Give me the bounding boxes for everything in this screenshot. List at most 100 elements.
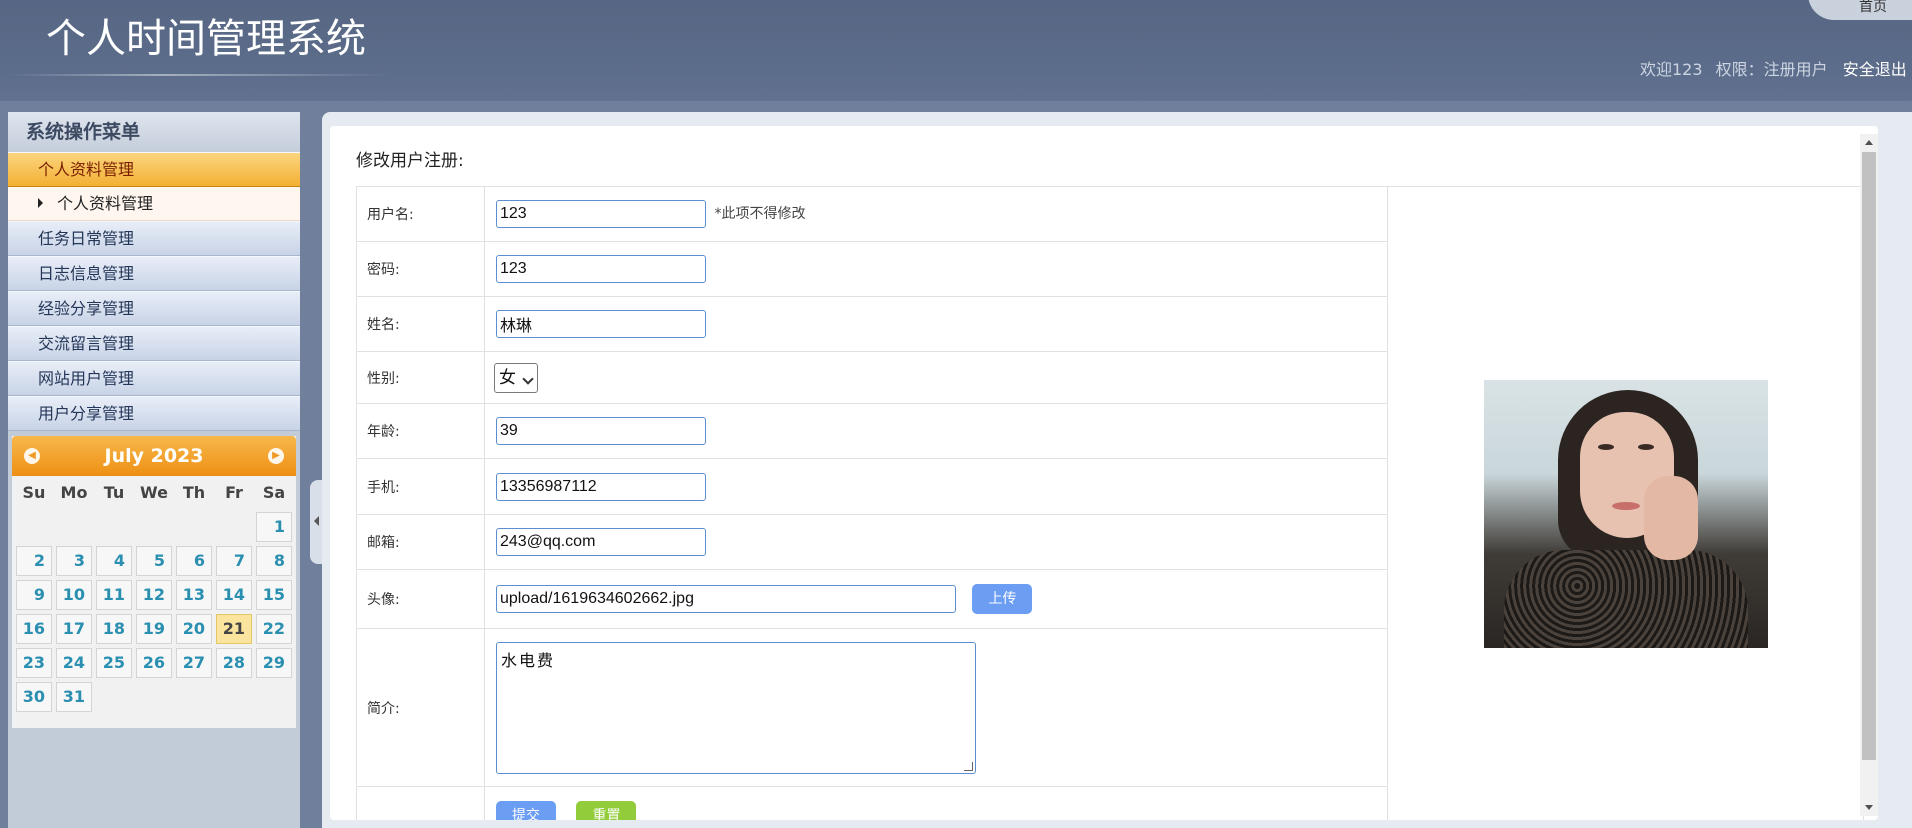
calendar-day[interactable]: 27 xyxy=(176,648,212,678)
age-label: 年龄: xyxy=(356,403,485,459)
weekday-label: Fr xyxy=(225,483,243,502)
calendar-day[interactable]: 12 xyxy=(136,580,172,610)
calendar-day[interactable]: 24 xyxy=(56,648,92,678)
calendar-empty-cell xyxy=(136,512,172,542)
sidebar-collapse-handle[interactable] xyxy=(310,480,322,564)
calendar-day[interactable]: 29 xyxy=(256,648,292,678)
user-info: 欢迎123 权限：注册用户 安全退出 xyxy=(1640,56,1907,80)
menu-sub-item-personal-profile[interactable]: 个人资料管理 xyxy=(8,187,300,221)
calendar-day[interactable]: 31 xyxy=(56,682,92,712)
calendar-day[interactable]: 17 xyxy=(56,614,92,644)
name-label: 姓名: xyxy=(356,296,485,352)
gender-label: 性别: xyxy=(356,351,485,404)
calendar-day[interactable]: 20 xyxy=(176,614,212,644)
email-input[interactable] xyxy=(496,528,706,556)
menu-category-message-board[interactable]: 交流留言管理 xyxy=(8,326,300,361)
calendar-day[interactable]: 1 xyxy=(256,512,292,542)
phone-label: 手机: xyxy=(356,458,485,515)
calendar-day-today[interactable]: 21 xyxy=(216,614,252,644)
weekday-label: Sa xyxy=(262,483,286,502)
calendar-day[interactable]: 30 xyxy=(16,682,52,712)
calendar-day[interactable]: 11 xyxy=(96,580,132,610)
calendar-day[interactable]: 8 xyxy=(256,546,292,576)
welcome-text: 欢迎123 xyxy=(1640,60,1703,79)
password-label: 密码: xyxy=(356,241,485,297)
calendar-empty-cell xyxy=(56,512,92,542)
reset-button[interactable]: 重置 xyxy=(576,801,637,820)
caret-right-icon xyxy=(38,198,43,208)
avatar-image xyxy=(1483,380,1768,648)
age-input[interactable] xyxy=(496,417,706,445)
calendar-empty-cell xyxy=(16,512,52,542)
password-input[interactable] xyxy=(496,255,706,283)
menu-category-site-users[interactable]: 网站用户管理 xyxy=(8,361,300,396)
avatar-preview-cell xyxy=(1387,186,1864,820)
calendar-day[interactable]: 4 xyxy=(96,546,132,576)
email-label: 邮箱: xyxy=(356,514,485,570)
calendar-empty-cell xyxy=(176,512,212,542)
weekday-label: Th xyxy=(182,483,206,502)
calendar-day[interactable]: 5 xyxy=(136,546,172,576)
phone-input[interactable] xyxy=(496,472,706,501)
calendar-empty-cell xyxy=(216,512,252,542)
calendar-day[interactable]: 22 xyxy=(256,614,292,644)
calendar-day[interactable]: 7 xyxy=(216,546,252,576)
calendar-day[interactable]: 16 xyxy=(16,614,52,644)
calendar-day[interactable]: 10 xyxy=(56,580,92,610)
gender-select[interactable]: 女 xyxy=(494,362,538,393)
resize-grip-icon[interactable] xyxy=(964,761,973,771)
avatar-path-input[interactable] xyxy=(496,585,956,614)
scroll-up-arrow-icon[interactable] xyxy=(1865,140,1873,145)
submit-button[interactable]: 提交 xyxy=(496,801,556,820)
username-input[interactable] xyxy=(496,200,706,228)
home-tab[interactable]: 首页 xyxy=(1808,0,1912,20)
calendar-widget: ◀ July 2023 ▶ Su Mo Tu We Th Fr Sa 12345… xyxy=(12,436,296,728)
weekday-label: Tu xyxy=(103,483,125,502)
menu-category-task-daily[interactable]: 任务日常管理 xyxy=(8,221,300,256)
scroll-down-arrow-icon[interactable] xyxy=(1865,805,1873,810)
calendar-day[interactable]: 25 xyxy=(96,648,132,678)
title-underline xyxy=(10,74,390,76)
calendar-day[interactable]: 3 xyxy=(56,546,92,576)
calendar-day[interactable]: 18 xyxy=(96,614,132,644)
calendar-day[interactable]: 19 xyxy=(136,614,172,644)
vertical-scrollbar[interactable] xyxy=(1860,134,1878,816)
calendar-empty-cell xyxy=(96,512,132,542)
calendar-day[interactable]: 15 xyxy=(256,580,292,610)
calendar-day[interactable]: 13 xyxy=(176,580,212,610)
gender-select-value: 女 xyxy=(499,367,516,388)
next-month-icon[interactable]: ▶ xyxy=(268,448,284,464)
calendar-header: ◀ July 2023 ▶ xyxy=(12,436,296,476)
menu-category-log-info[interactable]: 日志信息管理 xyxy=(8,256,300,291)
menu-category-experience-share[interactable]: 经验分享管理 xyxy=(8,291,300,326)
top-header: 个人时间管理系统 首页 欢迎123 权限：注册用户 安全退出 xyxy=(0,0,1912,101)
weekday-label: We xyxy=(140,483,168,502)
logout-link[interactable]: 安全退出 xyxy=(1843,60,1907,79)
calendar-day[interactable]: 26 xyxy=(136,648,172,678)
intro-textarea[interactable]: 水电费 xyxy=(496,641,976,774)
username-label: 用户名: xyxy=(356,186,485,242)
sidebar-heading: 系统操作菜单 xyxy=(8,112,300,152)
scrollbar-thumb[interactable] xyxy=(1862,152,1876,760)
calendar-month-label: July 2023 xyxy=(104,445,204,467)
calendar-day[interactable]: 2 xyxy=(16,546,52,576)
calendar-day-grid: 1 2 3 4 5 6 7 8 9 10 11 12 13 14 15 16 17 18 19 20 21 22 23 24 2… xyxy=(14,510,296,714)
upload-button[interactable]: 上传 xyxy=(972,584,1033,614)
weekday-label: Su xyxy=(22,483,46,502)
menu-category-personal-profile[interactable]: 个人资料管理 xyxy=(8,152,300,187)
user-edit-form: 用户名: *此项不得修改 密码: xyxy=(356,186,1864,820)
menu-category-user-share[interactable]: 用户分享管理 xyxy=(8,396,300,431)
form-row-username: 用户名: *此项不得修改 xyxy=(356,186,1864,820)
calendar-day[interactable]: 23 xyxy=(16,648,52,678)
avatar-label: 头像: xyxy=(356,569,485,629)
calendar-day[interactable]: 28 xyxy=(216,648,252,678)
calendar-day[interactable]: 6 xyxy=(176,546,212,576)
calendar-day[interactable]: 9 xyxy=(16,580,52,610)
calendar-day[interactable]: 14 xyxy=(216,580,252,610)
username-hint: *此项不得修改 xyxy=(714,206,806,222)
name-input[interactable] xyxy=(496,310,706,338)
main-panel: 修改用户注册: 用户名: *此项不得修改 xyxy=(330,126,1878,820)
intro-label: 简介: xyxy=(356,628,485,787)
intro-text: 水电费 xyxy=(501,650,556,670)
prev-month-icon[interactable]: ◀ xyxy=(24,448,40,464)
